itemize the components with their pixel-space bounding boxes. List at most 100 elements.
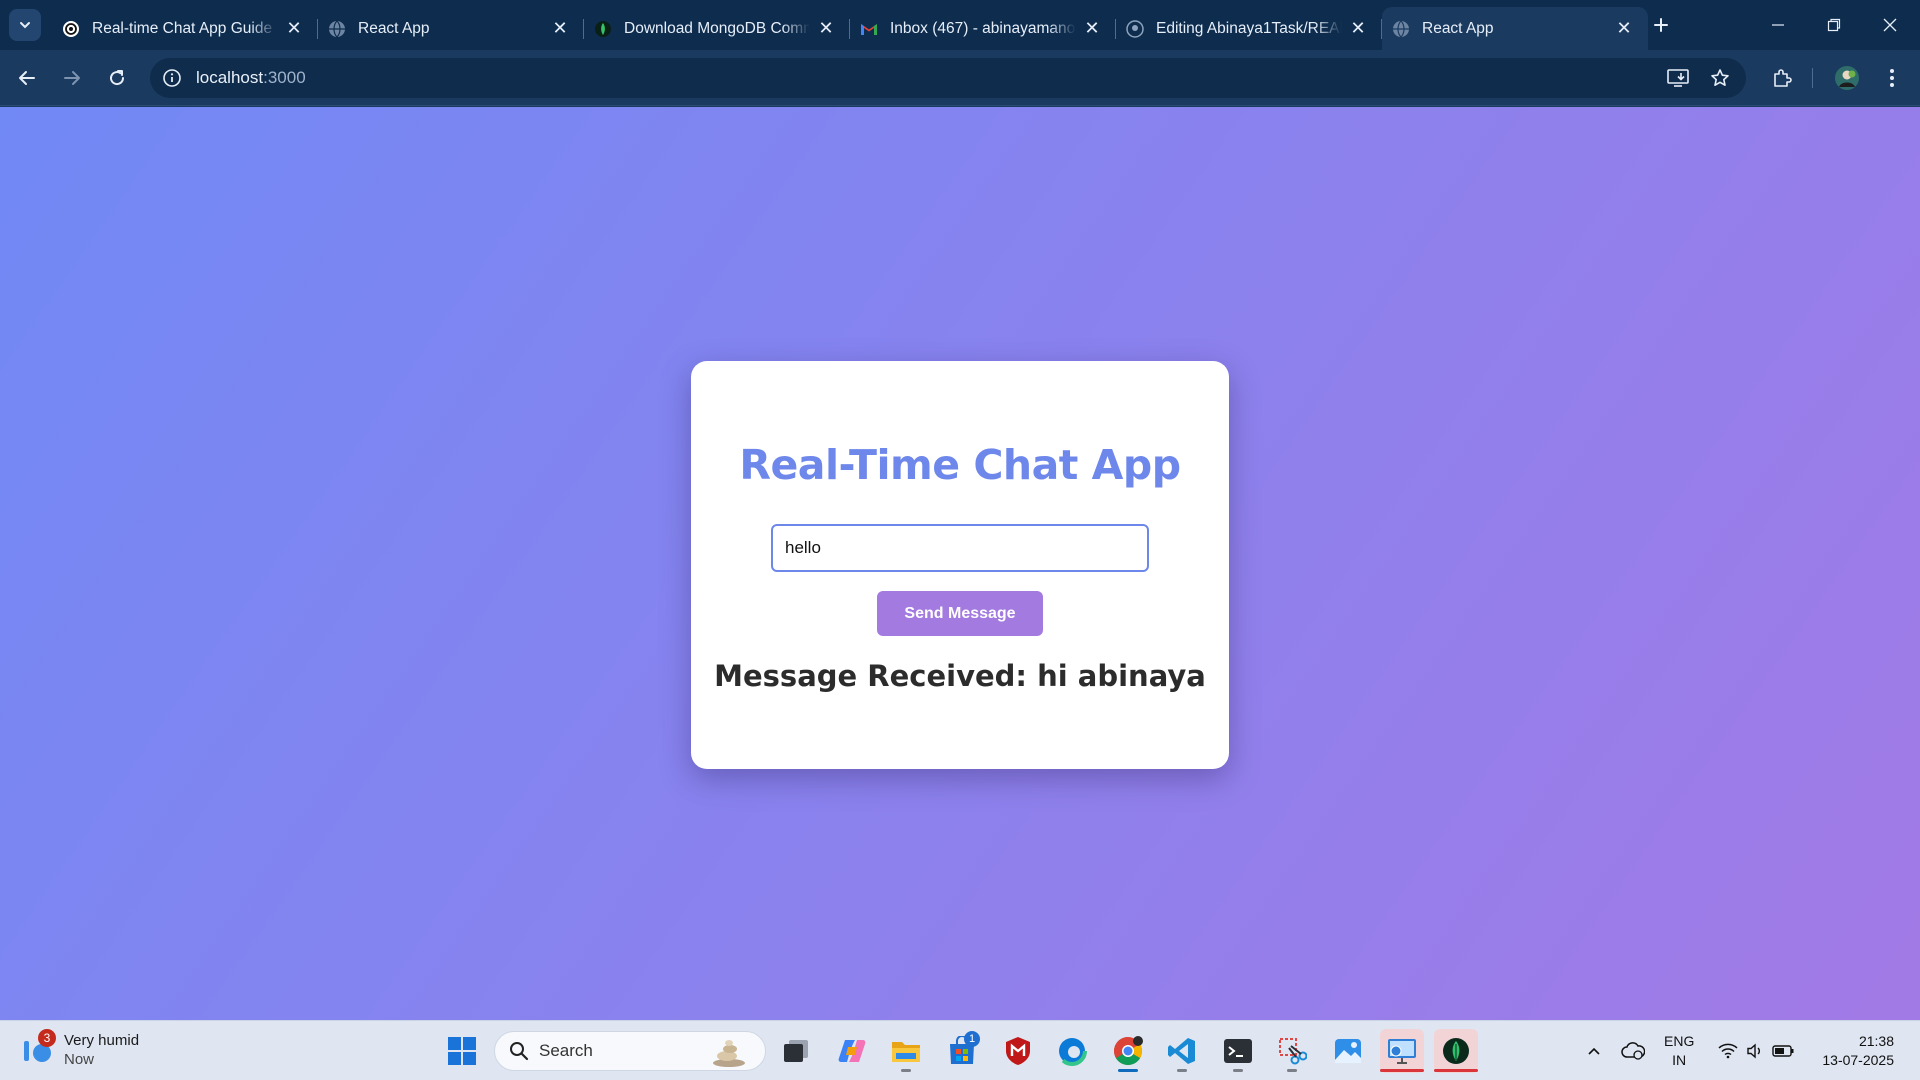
weather-widget[interactable]: 3 Very humid Now: [20, 1029, 139, 1069]
weather-icon: 3: [20, 1029, 56, 1067]
close-window-button[interactable]: [1862, 0, 1918, 50]
mongodb-leaf-icon: [1443, 1038, 1469, 1064]
running-indicator: [1177, 1069, 1187, 1072]
tab-mongodb[interactable]: Download MongoDB Community Server ✕: [584, 7, 850, 50]
send-message-button[interactable]: Send Message: [877, 591, 1043, 636]
chat-card: Real-Time Chat App Send Message Message …: [691, 361, 1229, 769]
running-indicator: [901, 1069, 911, 1072]
tab-github[interactable]: Editing Abinaya1Task/README.md ✕: [1116, 7, 1382, 50]
remote-desktop-button[interactable]: [1380, 1029, 1424, 1073]
task-view-button[interactable]: [774, 1029, 818, 1073]
snipping-tool-button[interactable]: [1270, 1029, 1314, 1073]
received-message: Message Received: hi abinaya: [714, 659, 1206, 693]
speaker-icon: [1747, 1043, 1760, 1059]
wifi-tray-button[interactable]: [1714, 1021, 1742, 1080]
close-tab-icon[interactable]: ✕: [1614, 18, 1634, 39]
back-button[interactable]: [11, 62, 43, 94]
start-button[interactable]: [440, 1029, 484, 1073]
terminal-button[interactable]: [1216, 1029, 1260, 1073]
mcafee-button[interactable]: [996, 1029, 1040, 1073]
mcafee-shield-icon: [1006, 1037, 1030, 1065]
search-label: Search: [539, 1041, 593, 1060]
more-vertical-icon: [1890, 69, 1894, 87]
search-highlight-icon: [713, 1040, 745, 1067]
battery-tray-button[interactable]: [1768, 1021, 1798, 1080]
terminal-icon: [1224, 1039, 1252, 1063]
lang-secondary: IN: [1672, 1052, 1687, 1068]
mongodb-compass-button[interactable]: [1434, 1029, 1478, 1073]
photos-button[interactable]: [1326, 1029, 1370, 1073]
wifi-icon: [1718, 1043, 1738, 1059]
edge-button[interactable]: [1050, 1029, 1094, 1073]
address-bar[interactable]: localhost:3000: [150, 58, 1746, 98]
puzzle-icon: [1774, 69, 1792, 87]
new-tab-button[interactable]: [1648, 12, 1674, 38]
close-tab-icon[interactable]: ✕: [1348, 18, 1368, 39]
site-info-icon[interactable]: [162, 68, 182, 88]
close-tab-icon[interactable]: ✕: [284, 18, 304, 39]
weather-badge: 3: [38, 1029, 56, 1047]
forward-button[interactable]: [56, 62, 88, 94]
menu-button[interactable]: [1876, 62, 1908, 94]
plus-icon: [1654, 18, 1668, 32]
url-port: :3000: [263, 68, 306, 87]
bookmark-star-icon[interactable]: [1708, 66, 1732, 90]
file-explorer-button[interactable]: [884, 1029, 928, 1073]
taskbar: 3 Very humid Now Search 1 ENG IN 21:38 1…: [0, 1020, 1920, 1080]
windows-logo-icon: [448, 1037, 476, 1065]
vscode-icon: [1168, 1038, 1195, 1064]
restore-button[interactable]: [1806, 0, 1862, 50]
show-hidden-icons-button[interactable]: [1580, 1021, 1608, 1080]
copilot-icon: [838, 1040, 866, 1062]
system-clock[interactable]: 21:38 13-07-2025: [1822, 1032, 1894, 1070]
lang-primary: ENG: [1664, 1033, 1695, 1049]
close-tab-icon[interactable]: ✕: [1082, 18, 1102, 39]
vscode-button[interactable]: [1160, 1029, 1204, 1073]
tab-gmail[interactable]: Inbox (467) - abinayamanoharan ✕: [850, 7, 1116, 50]
clock-date: 13-07-2025: [1822, 1052, 1894, 1068]
url-host: localhost: [196, 68, 264, 87]
tab-react-app[interactable]: React App ✕: [318, 7, 584, 50]
profile-button[interactable]: [1831, 62, 1863, 94]
forward-arrow-icon: [64, 71, 80, 85]
github-icon: [1126, 19, 1144, 38]
globe-icon: [1392, 20, 1410, 38]
weather-condition: Very humid: [64, 1032, 140, 1049]
close-tab-icon[interactable]: ✕: [816, 18, 836, 39]
microsoft-store-button[interactable]: 1: [940, 1029, 984, 1073]
tab-title: Download MongoDB Community Server: [624, 19, 810, 37]
gmail-icon: [860, 20, 878, 38]
volume-tray-button[interactable]: [1742, 1021, 1768, 1080]
copilot-button[interactable]: [830, 1029, 874, 1073]
minimize-button[interactable]: [1750, 0, 1806, 50]
weather-text: Very humid Now: [64, 1031, 139, 1069]
chevron-down-icon: [20, 22, 30, 29]
close-tab-icon[interactable]: ✕: [550, 18, 570, 39]
tab-search-button[interactable]: [9, 9, 41, 41]
onedrive-tray-button[interactable]: [1618, 1021, 1648, 1080]
remote-desktop-icon: [1388, 1039, 1416, 1064]
chrome-button[interactable]: [1106, 1029, 1150, 1073]
notification-badge: 1: [964, 1031, 980, 1047]
tab-title: React App: [358, 19, 430, 37]
tab-chat-guide[interactable]: Real-time Chat App Guide ✕: [52, 7, 318, 50]
running-indicator: [1434, 1069, 1478, 1072]
input-language-indicator[interactable]: ENG IN: [1664, 1032, 1694, 1070]
message-input[interactable]: [771, 524, 1149, 572]
tab-react-app-active[interactable]: React App ✕: [1382, 7, 1648, 50]
page-viewport: Real-Time Chat App Send Message Message …: [0, 107, 1920, 1020]
globe-icon: [328, 20, 346, 38]
tab-title: Real-time Chat App Guide: [92, 19, 273, 37]
tab-title: Inbox (467) - abinayamanoharan: [890, 19, 1076, 37]
clock-time: 21:38: [1858, 1033, 1894, 1049]
taskbar-search[interactable]: Search: [494, 1031, 766, 1071]
reload-button[interactable]: [101, 62, 133, 94]
minimize-icon: [1772, 24, 1784, 26]
avatar: [1835, 66, 1859, 90]
folder-icon: [892, 1042, 920, 1062]
install-app-icon[interactable]: [1666, 66, 1690, 90]
battery-icon: [1772, 1045, 1794, 1057]
mongodb-leaf-icon: [594, 20, 612, 38]
extensions-button[interactable]: [1766, 62, 1798, 94]
running-indicator: [1380, 1069, 1424, 1072]
